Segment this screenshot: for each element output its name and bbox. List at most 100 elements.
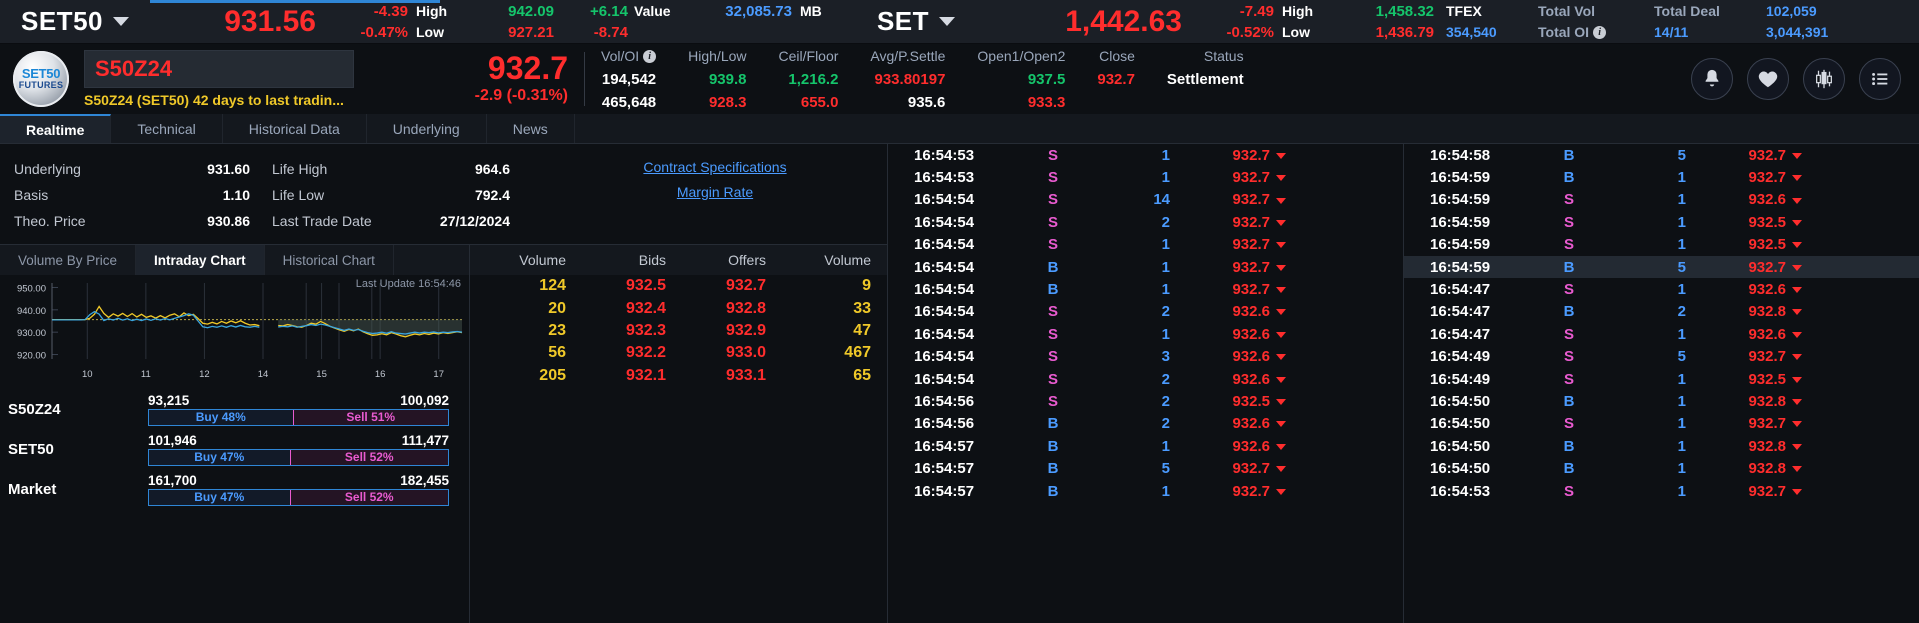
margin-rate-link[interactable]: Margin Rate <box>580 184 850 200</box>
trade-ticker-row[interactable]: 16:54:47 S 1 932.6 <box>1404 278 1919 300</box>
trade-ticker-row[interactable]: 16:54:58 B 5 932.7 <box>1404 144 1919 166</box>
ob-offer-volume: 65 <box>853 366 871 384</box>
ticker-side: S <box>1563 325 1574 343</box>
contract-info-block: Underlying Basis Theo. Price 931.60 1.10… <box>0 144 887 244</box>
triangle-down-icon <box>1276 331 1286 338</box>
info-value-1: 1.10 <box>222 187 250 203</box>
ticker-side: B <box>1047 482 1059 500</box>
order-book-panel: Volume Bids Offers Volume 124 932.5 932.7 9… <box>470 245 887 623</box>
info-label-col: Underlying Basis Theo. Price <box>14 156 154 244</box>
trade-ticker-row[interactable]: 16:54:54 S 2 932.6 <box>888 368 1403 390</box>
tab-historical-data[interactable]: Historical Data <box>223 114 367 143</box>
trade-ticker-row[interactable]: 16:54:50 B 1 932.8 <box>1404 457 1919 479</box>
trade-ticker-column-right: 16:54:58 B 5 932.7 16:54:59 B 1 932.7 16:54:59 S 1… <box>1403 144 1919 623</box>
svg-text:940.00: 940.00 <box>17 306 46 317</box>
chart-tab-volume-by-price[interactable]: Volume By Price <box>0 245 137 275</box>
order-book-row[interactable]: 20 932.4 932.8 33 <box>470 297 887 319</box>
trade-ticker-row[interactable]: 16:54:56 B 2 932.6 <box>888 413 1403 435</box>
order-book-row[interactable]: 23 932.3 932.9 47 <box>470 320 887 342</box>
trade-ticker-row[interactable]: 16:54:53 S 1 932.7 <box>888 166 1403 188</box>
trade-ticker-row[interactable]: 16:54:50 B 1 932.8 <box>1404 435 1919 457</box>
candlestick-icon[interactable] <box>1803 58 1845 100</box>
order-book-row[interactable]: 205 932.1 933.1 65 <box>470 365 887 387</box>
symbol-search-box[interactable] <box>84 50 389 88</box>
trade-ticker-row[interactable]: 16:54:59 S 1 932.6 <box>1404 189 1919 211</box>
trade-ticker-row[interactable]: 16:54:47 B 2 932.8 <box>1404 301 1919 323</box>
trade-ticker-row[interactable]: 16:54:54 S 2 932.7 <box>888 211 1403 233</box>
ticker-price: 932.6 <box>1192 303 1304 320</box>
index-high-2: 1,458.32 <box>1375 2 1434 20</box>
chevron-down-icon-2[interactable] <box>939 17 956 26</box>
trade-ticker-row[interactable]: 16:54:54 B 1 932.7 <box>888 256 1403 278</box>
trade-ticker-row[interactable]: 16:54:54 S 1 932.7 <box>888 234 1403 256</box>
ob-header-bids: Bids <box>638 252 666 268</box>
trade-ticker-row[interactable]: 16:54:47 S 1 932.6 <box>1404 323 1919 345</box>
bar-row-label: SET50 <box>8 440 54 458</box>
trade-ticker-row[interactable]: 16:54:57 B 1 932.7 <box>888 480 1403 502</box>
bar-row-values: 93,215 100,092 <box>148 393 449 409</box>
trade-ticker-row[interactable]: 16:54:54 S 2 932.6 <box>888 301 1403 323</box>
triangle-down-icon <box>1276 443 1286 450</box>
index-selector-set[interactable]: SET <box>836 6 996 37</box>
svg-text:950.00: 950.00 <box>17 283 46 294</box>
ticker-quantity: 1 <box>1677 191 1686 209</box>
tab-technical[interactable]: Technical <box>111 114 223 143</box>
tab-realtime[interactable]: Realtime <box>0 114 112 143</box>
trade-ticker-row[interactable]: 16:54:54 B 1 932.7 <box>888 278 1403 300</box>
trade-ticker-row[interactable]: 16:54:50 S 1 932.7 <box>1404 413 1919 435</box>
index-highlow-values: 942.09 927.21 <box>458 1 554 43</box>
ticker-time: 16:54:53 <box>914 169 975 187</box>
info-label-0: Underlying <box>14 161 81 177</box>
triangle-down-icon <box>1792 242 1802 249</box>
trade-ticker-row[interactable]: 16:54:49 S 5 932.7 <box>1404 346 1919 368</box>
trade-ticker-row[interactable]: 16:54:56 S 2 932.5 <box>888 390 1403 412</box>
ticker-price-value: 932.7 <box>1232 460 1270 478</box>
trade-ticker-row[interactable]: 16:54:57 B 5 932.7 <box>888 457 1403 479</box>
trade-ticker-row[interactable]: 16:54:53 S 1 932.7 <box>888 144 1403 166</box>
set-status-label: SET: <box>1898 1 1919 22</box>
bar-sell-value: 111,477 <box>401 432 449 448</box>
chevron-down-icon[interactable] <box>113 17 129 26</box>
trade-ticker-row[interactable]: 16:54:59 S 1 932.5 <box>1404 234 1919 256</box>
ticker-quantity: 1 <box>1677 325 1686 343</box>
search-input[interactable] <box>95 56 389 82</box>
ticker-price-value: 932.7 <box>1748 258 1786 276</box>
chart-tab-intraday-chart[interactable]: Intraday Chart <box>136 245 265 275</box>
ticker-time: 16:54:59 <box>1430 213 1491 231</box>
trade-ticker-row[interactable]: 16:54:54 S 14 932.7 <box>888 189 1403 211</box>
chart-tab-historical-chart[interactable]: Historical Chart <box>265 245 394 275</box>
info-icon[interactable]: i <box>1593 26 1607 40</box>
triangle-down-icon <box>1276 488 1286 495</box>
trade-ticker-row[interactable]: 16:54:59 S 1 932.5 <box>1404 211 1919 233</box>
ob-bid-price: 932.2 <box>625 344 666 362</box>
order-book-row[interactable]: 56 932.2 933.0 467 <box>470 342 887 364</box>
trade-ticker-row[interactable]: 16:54:54 S 1 932.6 <box>888 323 1403 345</box>
index-change-pct: -0.47% <box>360 23 408 41</box>
list-icon[interactable] <box>1859 58 1901 100</box>
trade-ticker-row[interactable]: 16:54:59 B 1 932.7 <box>1404 166 1919 188</box>
chart-and-orderbook: Volume By Price Intraday Chart Historical … <box>0 244 887 623</box>
info-value-col-2: 964.6 792.4 27/12/2024 <box>400 156 510 244</box>
total-oi-label-wrap: Total OI i <box>1538 22 1642 43</box>
order-book-row[interactable]: 124 932.5 932.7 9 <box>470 275 887 297</box>
tab-underlying[interactable]: Underlying <box>367 114 487 143</box>
value-label: Value <box>634 2 671 19</box>
triangle-down-icon <box>1276 264 1286 271</box>
bell-icon[interactable] <box>1691 58 1733 100</box>
trade-ticker-row[interactable]: 16:54:49 S 1 932.5 <box>1404 368 1919 390</box>
trade-ticker-row[interactable]: 16:54:50 B 1 932.8 <box>1404 390 1919 412</box>
trade-ticker-row[interactable]: 16:54:57 B 1 932.6 <box>888 435 1403 457</box>
trade-ticker-row[interactable]: 16:54:59 B 5 932.7 <box>1404 255 1919 279</box>
info-icon[interactable]: i <box>643 50 657 64</box>
quote-value-secondary: 933.3 <box>1027 93 1066 111</box>
contract-specifications-link[interactable]: Contract Specifications <box>580 159 850 175</box>
trade-ticker-row[interactable]: 16:54:54 S 3 932.6 <box>888 346 1403 368</box>
trade-ticker-row[interactable]: 16:54:53 S 1 932.7 <box>1404 480 1919 502</box>
bar-sell-value: 100,092 <box>400 392 449 408</box>
tab-news[interactable]: News <box>487 114 575 143</box>
index-selector-set50[interactable]: SET50 <box>0 6 150 37</box>
heart-icon[interactable] <box>1747 58 1789 100</box>
trade-ticker-column-left: 16:54:53 S 1 932.7 16:54:53 S 1 932.7 16:54:54 S 1… <box>888 144 1403 623</box>
ticker-quantity: 1 <box>1677 236 1686 254</box>
intraday-chart-svg: 950.00 940.00 930.00 920.00 10 11 12 14 15 16 17 <box>17 283 463 380</box>
